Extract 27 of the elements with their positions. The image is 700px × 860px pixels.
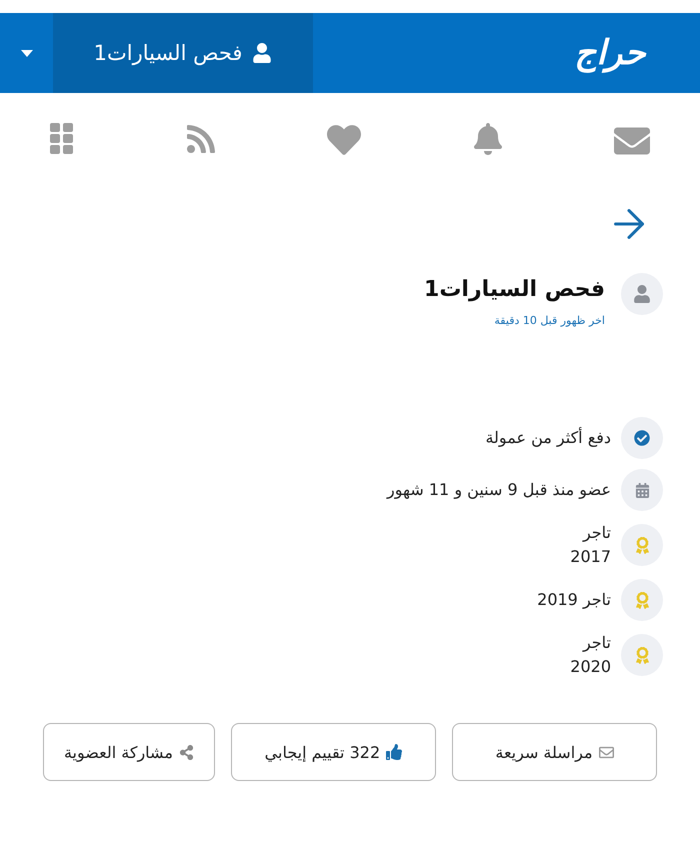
user-icon — [633, 285, 651, 303]
detail-text: تاجر 2017 — [570, 522, 611, 568]
user-icon — [252, 43, 272, 63]
award-icon — [634, 536, 650, 554]
award-icon — [634, 592, 650, 608]
site-logo[interactable]: حراج — [540, 13, 700, 93]
account-button[interactable]: فحص السيارات1 — [53, 13, 313, 93]
rss-icon — [184, 123, 216, 155]
grid-icon — [50, 123, 74, 155]
last-seen: اخر ظهور قبل 10 دقيقة — [494, 314, 605, 327]
heart-icon — [327, 123, 361, 157]
bell-icon — [472, 123, 504, 155]
check-icon — [634, 430, 650, 446]
calendar-icon — [634, 482, 650, 498]
action-button[interactable]: مشاركة العضوية — [43, 723, 215, 781]
member-name: فحص السيارات1 — [424, 277, 605, 302]
caret-icon — [20, 50, 32, 56]
share-icon — [178, 744, 194, 760]
action-button[interactable]: مراسلة سريعة — [452, 723, 657, 781]
detail-text: تاجر 2019 — [537, 589, 611, 611]
detail-text: تاجر 2020 — [570, 632, 611, 678]
action-button[interactable]: 322 تقييم إيجابي — [230, 723, 436, 781]
detail-text: عضو منذ قبل 9 سنين و 11 شهور — [387, 479, 611, 501]
thumbs-up-icon — [386, 744, 402, 760]
envelope-icon — [598, 744, 614, 760]
award-icon — [634, 646, 650, 664]
detail-text: دفع أكثر من عمولة — [485, 426, 611, 449]
